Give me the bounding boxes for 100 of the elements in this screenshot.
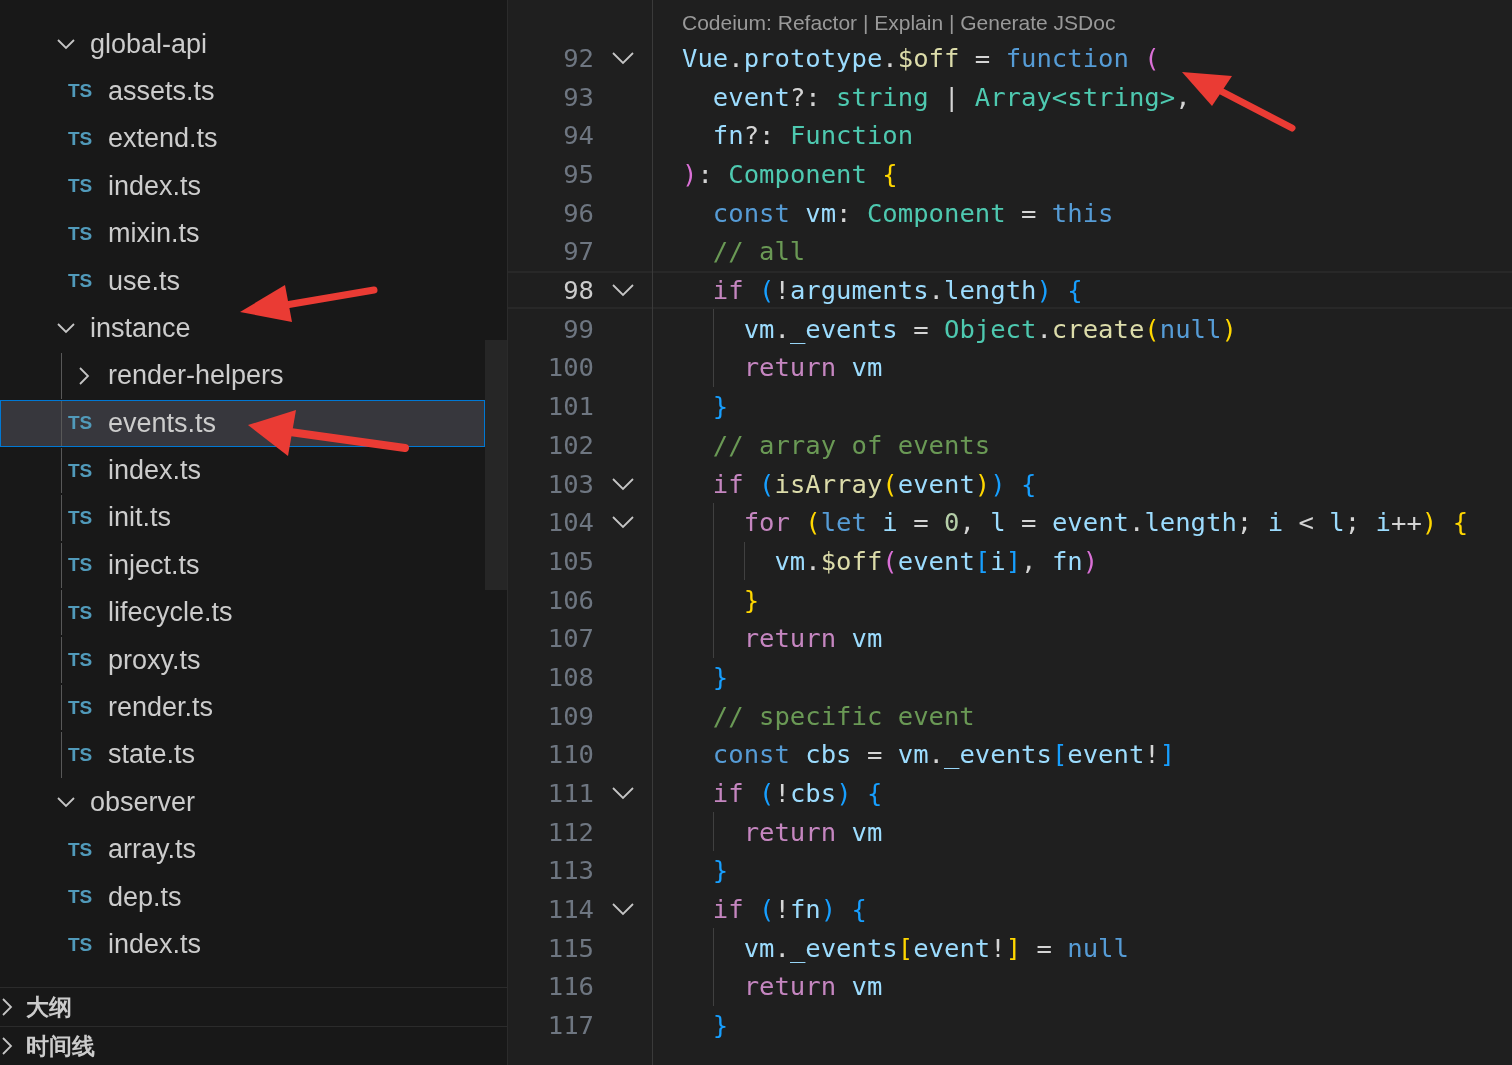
typescript-icon: TS (68, 838, 102, 861)
chevron-down-icon[interactable] (612, 786, 634, 800)
code-line: Vue.prototype.$off = function ( (682, 42, 1160, 73)
line-number: 101 (546, 391, 594, 422)
typescript-icon: TS (68, 222, 102, 245)
line-number: 113 (546, 855, 594, 886)
file-item[interactable]: TS render.ts (0, 683, 485, 732)
line-number: 109 (546, 700, 594, 731)
folder-item[interactable]: observer (0, 778, 485, 827)
code-line: return vm (742, 352, 883, 383)
code-line: if (isArray(event)) { (711, 468, 1037, 499)
line-number: 116 (546, 971, 594, 1002)
line-number: 115 (546, 932, 594, 963)
scrollbar-thumb[interactable] (485, 340, 507, 590)
code-line: const vm: Component = this (711, 197, 1114, 228)
line-number: 97 (562, 236, 594, 267)
typescript-icon: TS (68, 649, 102, 672)
line-number: 102 (546, 429, 594, 460)
code-line: } (711, 661, 729, 692)
code-line: if (!cbs) { (711, 778, 883, 808)
code-line: // specific event (711, 700, 975, 731)
line-number: 93 (562, 81, 594, 112)
typescript-icon: TS (68, 696, 102, 719)
chevron-down-icon[interactable] (612, 476, 634, 491)
codelens-actions[interactable]: Codeium: Refactor | Explain | Generate JSDoc (682, 10, 1116, 39)
typescript-icon: TS (68, 412, 102, 435)
typescript-icon: TS (68, 127, 102, 150)
panel-header[interactable]: 大纲 (0, 987, 507, 1026)
line-number: 100 (546, 352, 594, 383)
code-line: if (!fn) { (711, 894, 867, 925)
code-line: // all (711, 236, 806, 267)
file-item[interactable]: TS inject.ts (0, 541, 485, 590)
file-item[interactable]: TS dep.ts (0, 873, 485, 921)
code-line: } (711, 1010, 729, 1041)
line-number: 99 (562, 313, 594, 344)
file-item[interactable]: TS events.ts (0, 399, 485, 447)
code-line: fn?: Function (711, 120, 914, 151)
code-line: } (711, 855, 729, 886)
line-number: 108 (546, 661, 594, 692)
code-line: } (711, 391, 729, 422)
chevron-down-icon[interactable] (612, 515, 634, 530)
file-item[interactable]: TS array.ts (0, 826, 485, 874)
folder-item[interactable]: global-api (0, 20, 485, 68)
typescript-icon: TS (68, 507, 102, 529)
line-number: 95 (562, 159, 594, 189)
line-number: 104 (546, 507, 594, 538)
code-line: return vm (742, 816, 883, 847)
line-number: 106 (546, 584, 594, 615)
line-number: 103 (546, 468, 594, 499)
file-item[interactable]: TS init.ts (0, 494, 485, 542)
code-line: // array of events (711, 429, 991, 460)
line-number: 111 (546, 778, 594, 808)
code-line: return vm (742, 971, 883, 1002)
line-number: 114 (546, 894, 594, 925)
line-number: 110 (546, 739, 594, 770)
chevron-down-icon[interactable] (612, 902, 634, 917)
file-item[interactable]: TS mixin.ts (0, 209, 485, 258)
line-number: 94 (562, 120, 594, 151)
code-line: vm._events = Object.create(null) (742, 313, 1237, 344)
line-number: 92 (562, 42, 594, 73)
folder-item[interactable]: render-helpers (0, 352, 485, 400)
line-number: 107 (546, 623, 594, 654)
chevron-down-icon[interactable] (612, 50, 634, 65)
typescript-icon: TS (68, 743, 102, 766)
typescript-icon: TS (68, 886, 102, 909)
typescript-icon: TS (68, 554, 102, 577)
typescript-icon: TS (68, 80, 102, 103)
chevron-right-icon (2, 1036, 14, 1056)
typescript-icon: TS (68, 459, 102, 482)
line-number: 98 (562, 275, 594, 306)
file-item[interactable]: TS state.ts (0, 731, 485, 779)
code-line: event?: string | Array<string>, (711, 81, 1191, 112)
file-item[interactable]: TS extend.ts (0, 115, 485, 163)
chevron-right-icon (2, 997, 14, 1017)
code-line: } (742, 584, 760, 615)
panel-header[interactable]: 时间线 (0, 1026, 507, 1065)
file-item[interactable]: TS assets.ts (0, 67, 485, 116)
code-line: vm.$off(event[i], fn) (773, 545, 1099, 576)
typescript-icon: TS (68, 601, 102, 624)
line-number: 117 (546, 1010, 594, 1041)
line-number: 96 (562, 197, 594, 228)
file-item[interactable]: TS index.ts (0, 920, 485, 969)
line-number: 105 (546, 545, 594, 576)
chevron-down-icon[interactable] (612, 283, 634, 298)
file-item[interactable]: TS index.ts (0, 162, 485, 210)
folder-item[interactable]: instance (0, 304, 485, 353)
code-line: for (let i = 0, l = event.length; i < l; i++) { (742, 507, 1469, 538)
file-item[interactable]: TS index.ts (0, 446, 485, 495)
code-line: const cbs = vm._events[event!] (711, 739, 1176, 770)
code-line: ): Component { (682, 159, 898, 189)
file-item[interactable]: TS lifecycle.ts (0, 589, 485, 637)
file-item[interactable]: TS use.ts (0, 257, 485, 305)
line-number: 112 (546, 816, 594, 847)
code-line: return vm (742, 623, 883, 654)
typescript-icon: TS (68, 270, 102, 293)
code-line: if (!arguments.length) { (711, 275, 1083, 306)
file-item[interactable]: TS proxy.ts (0, 636, 485, 684)
typescript-icon: TS (68, 933, 102, 956)
code-line: vm._events[event!] = null (742, 932, 1129, 963)
typescript-icon: TS (68, 175, 102, 198)
